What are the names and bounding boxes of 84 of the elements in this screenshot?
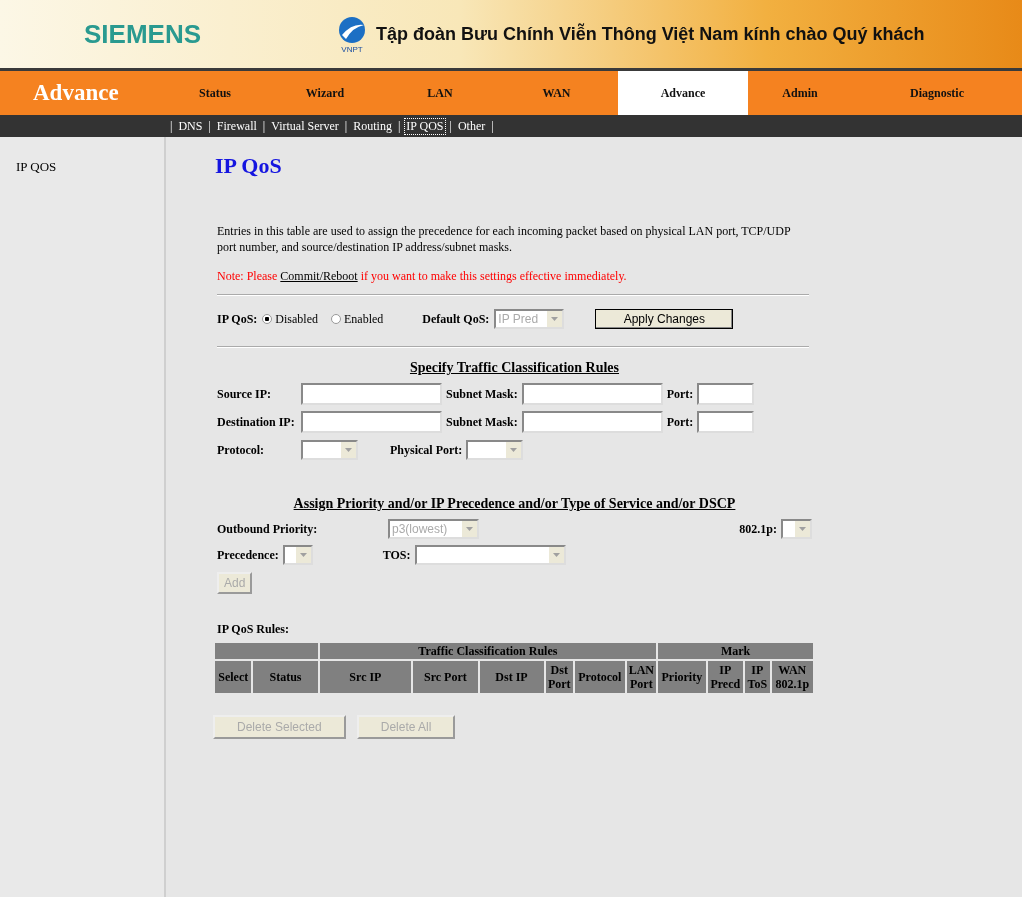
field-label: Precedence: <box>217 547 279 563</box>
caret-icon <box>341 442 356 458</box>
radio-icon[interactable] <box>331 314 341 324</box>
column-header: LAN Port <box>626 661 657 693</box>
field-label: Port: <box>666 414 694 430</box>
column-header: Select <box>215 661 252 693</box>
input-field[interactable] <box>521 383 663 405</box>
table-group-header: Mark <box>658 643 813 659</box>
input-field[interactable] <box>301 383 442 405</box>
column-header: Src IP <box>319 661 412 693</box>
submenu-link[interactable]: Firewall <box>214 117 259 135</box>
input-field[interactable] <box>697 383 755 405</box>
separator: | <box>208 118 211 134</box>
caret-icon <box>295 547 311 563</box>
field-label: Destination IP: <box>217 414 296 430</box>
nav-tab[interactable]: WAN <box>495 71 618 115</box>
column-header: Src Port <box>413 661 478 693</box>
field-label: Default QoS: <box>422 311 490 327</box>
field-label: IP QoS: <box>217 311 258 327</box>
column-header: IP ToS <box>745 661 770 693</box>
nav-tab[interactable]: Admin <box>748 71 852 115</box>
input-field[interactable] <box>521 411 663 433</box>
separator: | <box>170 118 173 134</box>
field-label: 802.1p: <box>739 521 777 537</box>
separator: | <box>262 118 266 134</box>
column-header: Status <box>253 661 318 693</box>
nav-tab[interactable]: Advance <box>618 71 748 115</box>
commit-reboot-link[interactable]: Commit/Reboot <box>280 269 358 283</box>
page-title: IP QoS <box>215 153 283 179</box>
globe-logo-icon <box>337 14 367 45</box>
field-label: TOS: <box>382 547 411 563</box>
dropdown[interactable] <box>301 440 358 460</box>
sidebar-item[interactable]: IP QOS <box>0 159 164 175</box>
field-label: Subnet Mask: <box>446 386 518 402</box>
radio-option[interactable]: Disabled <box>262 311 318 327</box>
radio-option[interactable]: Enabled <box>331 311 384 327</box>
input-field[interactable] <box>697 411 755 433</box>
dropdown[interactable] <box>282 545 313 565</box>
note-text: Note: Please Commit/Reboot if you want to make this settings effective immediately. <box>217 269 628 284</box>
column-header: Dst Port <box>545 661 574 693</box>
greeting-text: Tập đoàn Bưu Chính Viễn Thông Việt Nam kính chào Quý khách <box>376 23 925 45</box>
field-label: Subnet Mask: <box>446 414 518 430</box>
submenu-link[interactable]: Other <box>455 117 488 135</box>
caret-icon <box>795 521 810 537</box>
separator: | <box>344 118 348 134</box>
submenu-link[interactable]: Virtual Server <box>269 117 341 135</box>
field-label: Source IP: <box>217 386 273 402</box>
caret-icon <box>548 547 564 563</box>
field-label: Protocol: <box>217 442 266 458</box>
submenu-link[interactable]: DNS <box>176 117 205 135</box>
section-heading: Assign Priority and/or IP Precedence and/or Type of Service and/or DSCP <box>292 496 737 512</box>
separator: | <box>491 118 494 134</box>
input-field[interactable] <box>301 411 442 433</box>
dropdown[interactable] <box>466 440 524 460</box>
caret-icon <box>506 442 522 458</box>
field-label: Physical Port: <box>390 442 463 458</box>
table-title: IP QoS Rules: <box>217 622 290 637</box>
separator: | <box>449 118 452 134</box>
nav-tab[interactable]: Status <box>165 71 265 115</box>
section-title: Advance <box>32 79 120 107</box>
radio-icon[interactable] <box>262 314 273 324</box>
caret-icon <box>462 521 477 537</box>
dropdown[interactable] <box>781 519 812 539</box>
column-header: IP Precd <box>707 661 744 693</box>
column-header: Priority <box>658 661 706 693</box>
brand-logo: SIEMENS <box>84 18 203 50</box>
section-heading: Specify Traffic Classification Rules <box>408 360 621 376</box>
column-header: WAN 802.1p <box>771 661 813 693</box>
separator: | <box>397 118 401 134</box>
column-header: Dst IP <box>479 661 544 693</box>
submenu-link[interactable]: Routing <box>351 117 394 135</box>
field-label: Outbound Priority: <box>217 521 319 537</box>
caret-icon <box>547 311 563 327</box>
dropdown[interactable] <box>414 545 566 565</box>
submenu-link[interactable]: IP QOS <box>404 117 446 135</box>
apply-changes-button[interactable]: Apply Changes <box>595 309 734 329</box>
nav-tab[interactable]: Diagnostic <box>852 71 1022 115</box>
table-group-header: Traffic Classification Rules <box>319 643 657 659</box>
logo-caption: VNPT <box>341 44 363 54</box>
nav-tab[interactable]: Wizard <box>265 71 385 115</box>
nav-tab[interactable]: LAN <box>385 71 495 115</box>
field-label: Port: <box>666 386 694 402</box>
description-text: Entries in this table are used to assign the precedence for each incoming packet based on physical LAN port, TCP/UDP port number, and source/destination IP address/subnet masks. <box>217 223 792 255</box>
column-header: Protocol <box>575 661 625 693</box>
